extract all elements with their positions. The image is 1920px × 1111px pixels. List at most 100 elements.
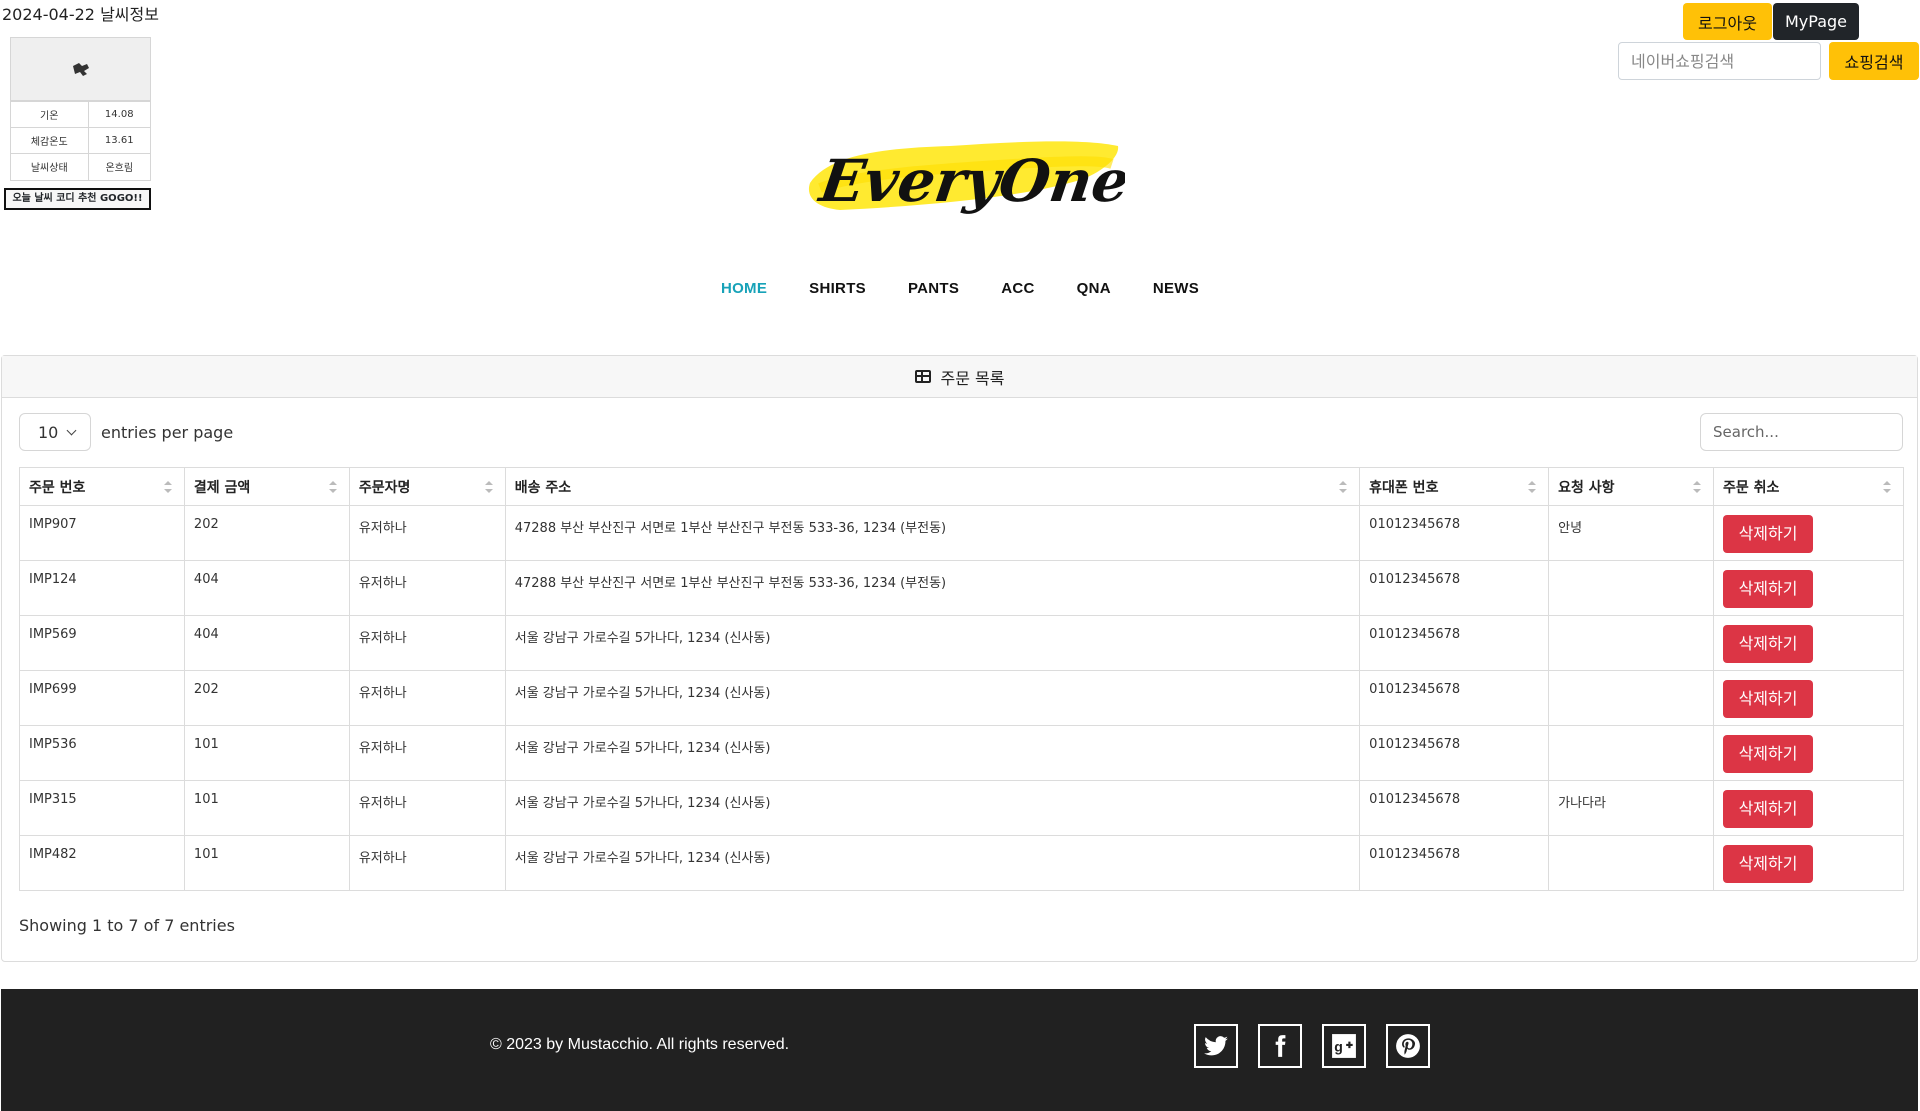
order-address: 서울 강남구 가로수길 5가나다, 1234 (신사동) [504, 615, 1361, 671]
logo-text: EveryOne [814, 146, 1125, 215]
mypage-button[interactable]: MyPage [1773, 3, 1859, 40]
order-cancel-cell: 삭제하기 [1713, 780, 1904, 836]
column-header-order-id[interactable]: 주문 번호 [19, 467, 185, 506]
order-address: 서울 강남구 가로수길 5가나다, 1234 (신사동) [504, 725, 1361, 781]
order-amount: 101 [183, 780, 350, 836]
weather-label: 기온 [11, 101, 89, 128]
delete-button[interactable]: 삭제하기 [1723, 570, 1814, 608]
sort-icon [163, 481, 172, 493]
weather-row-feels-like: 체감온도 13.61 [11, 127, 150, 154]
svg-text:g: g [1334, 1038, 1343, 1054]
order-phone: 01012345678 [1359, 835, 1550, 891]
order-id: IMP315 [19, 780, 185, 836]
everyone-logo[interactable]: EveryOne [800, 128, 1125, 218]
twitter-icon[interactable] [1194, 1024, 1238, 1068]
order-cancel-cell: 삭제하기 [1713, 615, 1904, 671]
facebook-icon[interactable] [1258, 1024, 1302, 1068]
nav-qna[interactable]: QNA [1077, 280, 1111, 297]
table-row: IMP315 101 유저하나 서울 강남구 가로수길 5가나다, 1234 (… [19, 780, 1904, 836]
weather-value: 온흐림 [88, 153, 150, 180]
delete-button[interactable]: 삭제하기 [1723, 845, 1814, 883]
nav-shirts[interactable]: SHIRTS [809, 280, 866, 297]
showing-entries-text: Showing 1 to 7 of 7 entries [19, 916, 235, 935]
weather-label: 날씨상태 [11, 153, 89, 180]
delete-button[interactable]: 삭제하기 [1723, 790, 1814, 828]
outfit-recommend-button[interactable]: 오늘 날씨 코디 추천 GOGO!! [4, 188, 151, 210]
order-id: IMP907 [19, 505, 185, 561]
per-page-value: 10 [38, 422, 59, 442]
order-id: IMP569 [19, 615, 185, 671]
entries-per-page-select[interactable]: 10 [19, 413, 91, 451]
order-amount: 404 [183, 615, 350, 671]
table-row: IMP699 202 유저하나 서울 강남구 가로수길 5가나다, 1234 (… [19, 670, 1904, 726]
logout-button[interactable]: 로그아웃 [1683, 3, 1772, 40]
card-title: 주문 목록 [940, 368, 1005, 388]
sort-icon [328, 481, 337, 493]
order-name: 유저하나 [348, 670, 506, 726]
delete-button[interactable]: 삭제하기 [1723, 625, 1814, 663]
shopping-search-input[interactable] [1618, 42, 1821, 80]
column-header-address[interactable]: 배송 주소 [504, 467, 1361, 506]
column-header-name[interactable]: 주문자명 [348, 467, 506, 506]
table-icon [914, 370, 931, 383]
nav-acc[interactable]: ACC [1001, 280, 1034, 297]
sort-icon [1528, 481, 1537, 493]
order-cancel-cell: 삭제하기 [1713, 560, 1904, 616]
sort-icon [1339, 481, 1348, 493]
order-phone: 01012345678 [1359, 780, 1550, 836]
copyright-text: © 2023 by Mustacchio. All rights reserve… [490, 1036, 790, 1053]
weather-widget: 기온 14.08 체감온도 13.61 날씨상태 온흐림 [10, 37, 151, 181]
order-request [1548, 560, 1715, 616]
order-name: 유저하나 [348, 780, 506, 836]
order-id: IMP699 [19, 670, 185, 726]
order-cancel-cell: 삭제하기 [1713, 725, 1904, 781]
delete-button[interactable]: 삭제하기 [1723, 515, 1814, 553]
main-nav: HOME SHIRTS PANTS ACC QNA NEWS [0, 280, 1920, 297]
delete-button[interactable]: 삭제하기 [1723, 735, 1814, 773]
sort-icon [1883, 481, 1891, 493]
nav-news[interactable]: NEWS [1153, 280, 1199, 297]
card-header: 주문 목록 [2, 356, 1917, 398]
weather-title: 2024-04-22 날씨정보 [2, 5, 159, 24]
order-phone: 01012345678 [1359, 670, 1550, 726]
weather-label: 체감온도 [11, 127, 89, 154]
google-plus-icon[interactable]: g [1322, 1024, 1366, 1068]
table-row: IMP569 404 유저하나 서울 강남구 가로수길 5가나다, 1234 (… [19, 615, 1904, 671]
order-amount: 202 [183, 505, 350, 561]
table-row: IMP124 404 유저하나 47288 부산 부산진구 서면로 1부산 부산… [19, 560, 1904, 616]
order-address: 47288 부산 부산진구 서면로 1부산 부산진구 부전동 533-36, 1… [504, 560, 1361, 616]
column-header-amount[interactable]: 결제 금액 [183, 467, 350, 506]
column-header-cancel[interactable]: 주문 취소 [1713, 467, 1904, 506]
weather-row-condition: 날씨상태 온흐림 [11, 153, 150, 180]
order-request [1548, 615, 1715, 671]
order-name: 유저하나 [348, 835, 506, 891]
order-cancel-cell: 삭제하기 [1713, 670, 1904, 726]
weather-table: 기온 14.08 체감온도 13.61 날씨상태 온흐림 [11, 101, 150, 180]
table-row: IMP536 101 유저하나 서울 강남구 가로수길 5가나다, 1234 (… [19, 725, 1904, 781]
order-amount: 404 [183, 560, 350, 616]
table-header-row: 주문 번호 결제 금액 주문자명 배송 주소 휴대폰 번호 요청 사항 주문 취… [19, 467, 1904, 506]
order-amount: 101 [183, 835, 350, 891]
order-amount: 101 [183, 725, 350, 781]
order-address: 서울 강남구 가로수길 5가나다, 1234 (신사동) [504, 670, 1361, 726]
order-amount: 202 [183, 670, 350, 726]
shopping-search-button[interactable]: 쇼핑검색 [1829, 42, 1919, 80]
order-cancel-cell: 삭제하기 [1713, 835, 1904, 891]
order-name: 유저하나 [348, 560, 506, 616]
column-header-request[interactable]: 요청 사항 [1548, 467, 1715, 506]
nav-home[interactable]: HOME [721, 280, 767, 297]
orders-table: 주문 번호 결제 금액 주문자명 배송 주소 휴대폰 번호 요청 사항 주문 취… [19, 467, 1904, 891]
nav-pants[interactable]: PANTS [908, 280, 959, 297]
order-address: 서울 강남구 가로수길 5가나다, 1234 (신사동) [504, 780, 1361, 836]
orders-card: 주문 목록 10 entries per page 주문 번호 결제 금액 주문… [1, 355, 1918, 962]
table-search-input[interactable] [1700, 413, 1903, 451]
column-header-phone[interactable]: 휴대폰 번호 [1359, 467, 1550, 506]
footer: © 2023 by Mustacchio. All rights reserve… [1, 989, 1918, 1111]
order-request [1548, 835, 1715, 891]
weather-image-icon [11, 38, 150, 101]
delete-button[interactable]: 삭제하기 [1723, 680, 1814, 718]
pinterest-icon[interactable] [1386, 1024, 1430, 1068]
per-page-label: entries per page [101, 423, 234, 442]
order-id: IMP536 [19, 725, 185, 781]
order-address: 서울 강남구 가로수길 5가나다, 1234 (신사동) [504, 835, 1361, 891]
